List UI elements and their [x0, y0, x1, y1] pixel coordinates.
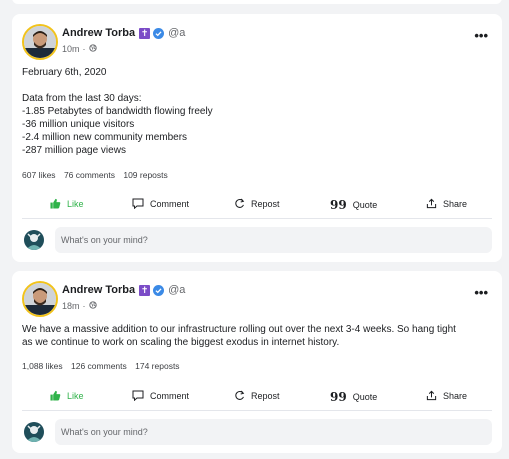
- divider: [22, 410, 492, 411]
- share-button[interactable]: Share: [426, 198, 467, 209]
- post-header: Andrew Torba ✝ @a 18m · •••: [22, 281, 492, 321]
- quote-icon: 99: [330, 198, 347, 212]
- user-avatar: [24, 422, 44, 442]
- author-name[interactable]: Andrew Torba: [62, 27, 135, 39]
- repost-icon: [234, 390, 245, 401]
- post-card: Andrew Torba ✝ @a 18m · ••• We have a ma…: [12, 271, 502, 453]
- more-options-button[interactable]: •••: [474, 28, 488, 43]
- post-body-line: as we continue to work on scaling the bi…: [22, 337, 340, 348]
- post-body-line: -2.4 million new community members: [22, 132, 188, 143]
- comments-count[interactable]: 126 comments: [71, 361, 127, 371]
- composer-input[interactable]: What's on your mind?: [55, 227, 492, 253]
- post-time[interactable]: 18m: [62, 301, 80, 311]
- verified-icon: [153, 27, 165, 39]
- post-meta: 10m ·: [62, 44, 97, 54]
- comment-icon: [132, 390, 144, 401]
- composer-input[interactable]: What's on your mind?: [55, 419, 492, 445]
- comment-label: Comment: [150, 390, 190, 401]
- likes-count[interactable]: 607 likes: [22, 170, 56, 180]
- author-name-row: Andrew Torba ✝ @a: [62, 27, 185, 39]
- comment-button[interactable]: Comment: [132, 390, 189, 401]
- post-body-line: We have a massive addition to our infras…: [22, 324, 456, 335]
- post-stats: 1,088 likes 126 comments 174 reposts: [22, 361, 186, 371]
- comment-button[interactable]: Comment: [132, 198, 189, 209]
- post-stats: 607 likes 76 comments 109 reposts: [22, 170, 174, 180]
- thumbs-up-icon: [50, 198, 61, 209]
- author-handle[interactable]: @a: [168, 27, 185, 39]
- reposts-count[interactable]: 109 reposts: [123, 170, 167, 180]
- quote-icon: 99: [330, 390, 347, 404]
- like-button[interactable]: Like: [50, 198, 84, 209]
- repost-label: Repost: [251, 390, 280, 401]
- post-body-line: February 6th, 2020: [22, 67, 107, 78]
- reposts-count[interactable]: 174 reposts: [135, 361, 179, 371]
- share-button[interactable]: Share: [426, 390, 467, 401]
- repost-label: Repost: [251, 198, 280, 209]
- post-body-line: -36 million unique visitors: [22, 119, 135, 130]
- like-label: Like: [67, 390, 84, 401]
- repost-button[interactable]: Repost: [234, 390, 280, 401]
- quote-button[interactable]: 99 Quote: [330, 198, 377, 212]
- repost-button[interactable]: Repost: [234, 198, 280, 209]
- likes-count[interactable]: 1,088 likes: [22, 361, 63, 371]
- post-header: Andrew Torba ✝ @a 10m · •••: [22, 24, 492, 64]
- post-body-line: [22, 79, 492, 92]
- divider: [22, 218, 492, 219]
- thumbs-up-icon: [50, 390, 61, 401]
- more-options-button[interactable]: •••: [474, 285, 488, 300]
- cross-badge-icon: ✝: [139, 284, 151, 296]
- post-body: February 6th, 2020 Data from the last 30…: [22, 66, 492, 157]
- previous-post-card: [12, 0, 502, 4]
- quote-button[interactable]: 99 Quote: [330, 390, 377, 404]
- author-name[interactable]: Andrew Torba: [62, 284, 135, 296]
- post-body-line: -1.85 Petabytes of bandwidth flowing fre…: [22, 106, 213, 117]
- share-label: Share: [443, 198, 468, 209]
- verified-icon: [153, 284, 165, 296]
- post-body: We have a massive addition to our infras…: [22, 323, 492, 349]
- quote-label: Quote: [352, 200, 378, 210]
- post-card: Andrew Torba ✝ @a 10m · ••• February 6th…: [12, 14, 502, 262]
- globe-icon: [88, 301, 97, 311]
- like-button[interactable]: Like: [50, 390, 84, 401]
- cross-badge-icon: ✝: [139, 27, 151, 39]
- globe-icon: [88, 44, 97, 54]
- author-avatar[interactable]: [22, 281, 58, 317]
- post-meta: 18m ·: [62, 301, 97, 311]
- comments-count[interactable]: 76 comments: [64, 170, 115, 180]
- comment-icon: [132, 198, 144, 209]
- quote-label: Quote: [352, 392, 378, 402]
- like-label: Like: [67, 198, 84, 209]
- post-body-line: Data from the last 30 days:: [22, 93, 142, 104]
- comment-label: Comment: [150, 198, 190, 209]
- repost-icon: [234, 198, 245, 209]
- share-icon: [426, 390, 437, 401]
- author-handle[interactable]: @a: [168, 284, 185, 296]
- post-time[interactable]: 10m: [62, 44, 80, 54]
- author-name-row: Andrew Torba ✝ @a: [62, 284, 185, 296]
- share-icon: [426, 198, 437, 209]
- post-body-line: -287 million page views: [22, 145, 126, 156]
- user-avatar: [24, 230, 44, 250]
- share-label: Share: [443, 390, 468, 401]
- author-avatar[interactable]: [22, 24, 58, 60]
